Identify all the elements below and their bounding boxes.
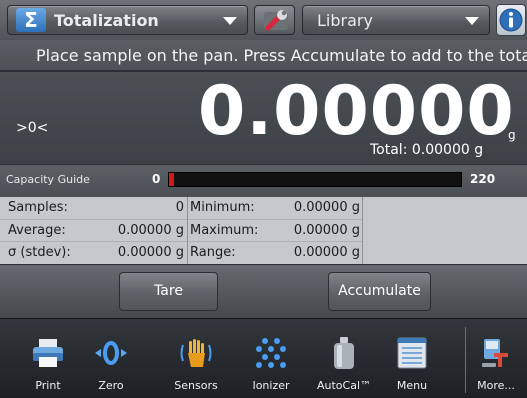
instruction-text: Place sample on the pan. Press Accumulat… [36,46,527,65]
average-value: 0.00000 g [117,223,184,238]
top-bar: Σ Totalization Library [0,0,527,40]
application-mode-label: Totalization [54,11,159,30]
sensor-hand-icon [180,339,212,367]
info-icon [499,8,523,32]
instruction-bar: Place sample on the pan. Press Accumulat… [0,40,527,70]
minimum-label: Minimum: [190,200,255,215]
stat-row: Average: 0.00000 g [0,219,187,241]
nav-ionizer[interactable]: Ionizer [240,319,302,398]
stat-row: Samples: 0 [0,197,187,219]
application-mode-dropdown[interactable]: Σ Totalization [7,5,248,35]
library-dropdown[interactable]: Library [302,5,490,35]
weight-display: >0< 0.00000 g Total: 0.00000 g [0,72,527,164]
stdev-label: σ (stdev): [8,245,71,260]
info-button[interactable] [496,4,526,36]
wrench-icon [264,10,288,31]
capacity-guide-label: Capacity Guide [6,173,90,186]
more-icon [482,339,508,367]
minimum-value: 0.00000 g [293,200,360,215]
average-label: Average: [8,223,66,238]
nav-menu-label: Menu [396,379,428,392]
statistics-column-2: Minimum: 0.00000 g Maximum: 0.00000 g Ra… [188,197,363,264]
nav-sensors[interactable]: Sensors [165,319,227,398]
samples-label: Samples: [8,200,68,215]
accumulate-button[interactable]: Accumulate [328,272,431,311]
weight-unit[interactable]: g [508,128,516,142]
library-label: Library [317,11,373,30]
sigma-icon: Σ [16,8,46,32]
ionizer-icon [256,338,286,368]
center-of-zero-indicator: >0< [16,120,49,136]
chevron-down-icon [465,17,479,25]
nav-zero[interactable]: Zero [80,319,142,398]
statistics-panel: Samples: 0 Average: 0.00000 g σ (stdev):… [0,197,527,264]
nav-zero-label: Zero [98,379,124,392]
weight-reading: 0.00000 [198,72,515,151]
accumulated-total: Total: 0.00000 g [370,142,484,158]
nav-ionizer-label: Ionizer [252,379,290,392]
samples-value: 0 [175,200,184,215]
function-nav-bar: Print Zero Sensors Ionizer AutoCal™ Menu… [0,318,527,398]
capacity-min: 0 [152,172,161,186]
capacity-guide: Capacity Guide 0 220 [0,165,527,197]
maximum-label: Maximum: [190,223,259,238]
nav-more-label: More... [477,379,515,392]
stat-row: Minimum: 0.00000 g [188,197,362,219]
nav-more[interactable]: More... [465,319,527,398]
maximum-value: 0.00000 g [293,223,360,238]
zero-icon [95,341,127,365]
wrench-button[interactable] [254,5,295,35]
menu-icon [397,337,427,369]
statistics-column-1: Samples: 0 Average: 0.00000 g σ (stdev):… [0,197,188,264]
chevron-down-icon [223,17,237,25]
action-bar: Tare Accumulate [0,265,527,318]
printer-icon [33,339,63,367]
capacity-bar-fill [169,173,174,186]
stat-row: Maximum: 0.00000 g [188,219,362,241]
nav-menu[interactable]: Menu [381,319,443,398]
stdev-value: 0.00000 g [117,245,184,260]
capacity-bar [168,172,462,187]
range-value: 0.00000 g [293,245,360,260]
calibration-weight-icon [334,337,354,369]
tare-button[interactable]: Tare [119,272,218,311]
nav-autocal[interactable]: AutoCal™ [313,319,375,398]
stat-row: σ (stdev): 0.00000 g [0,241,187,263]
capacity-max: 220 [470,172,496,186]
range-label: Range: [190,245,236,260]
stat-row: Range: 0.00000 g [188,241,362,263]
nav-sensors-label: Sensors [174,379,218,392]
